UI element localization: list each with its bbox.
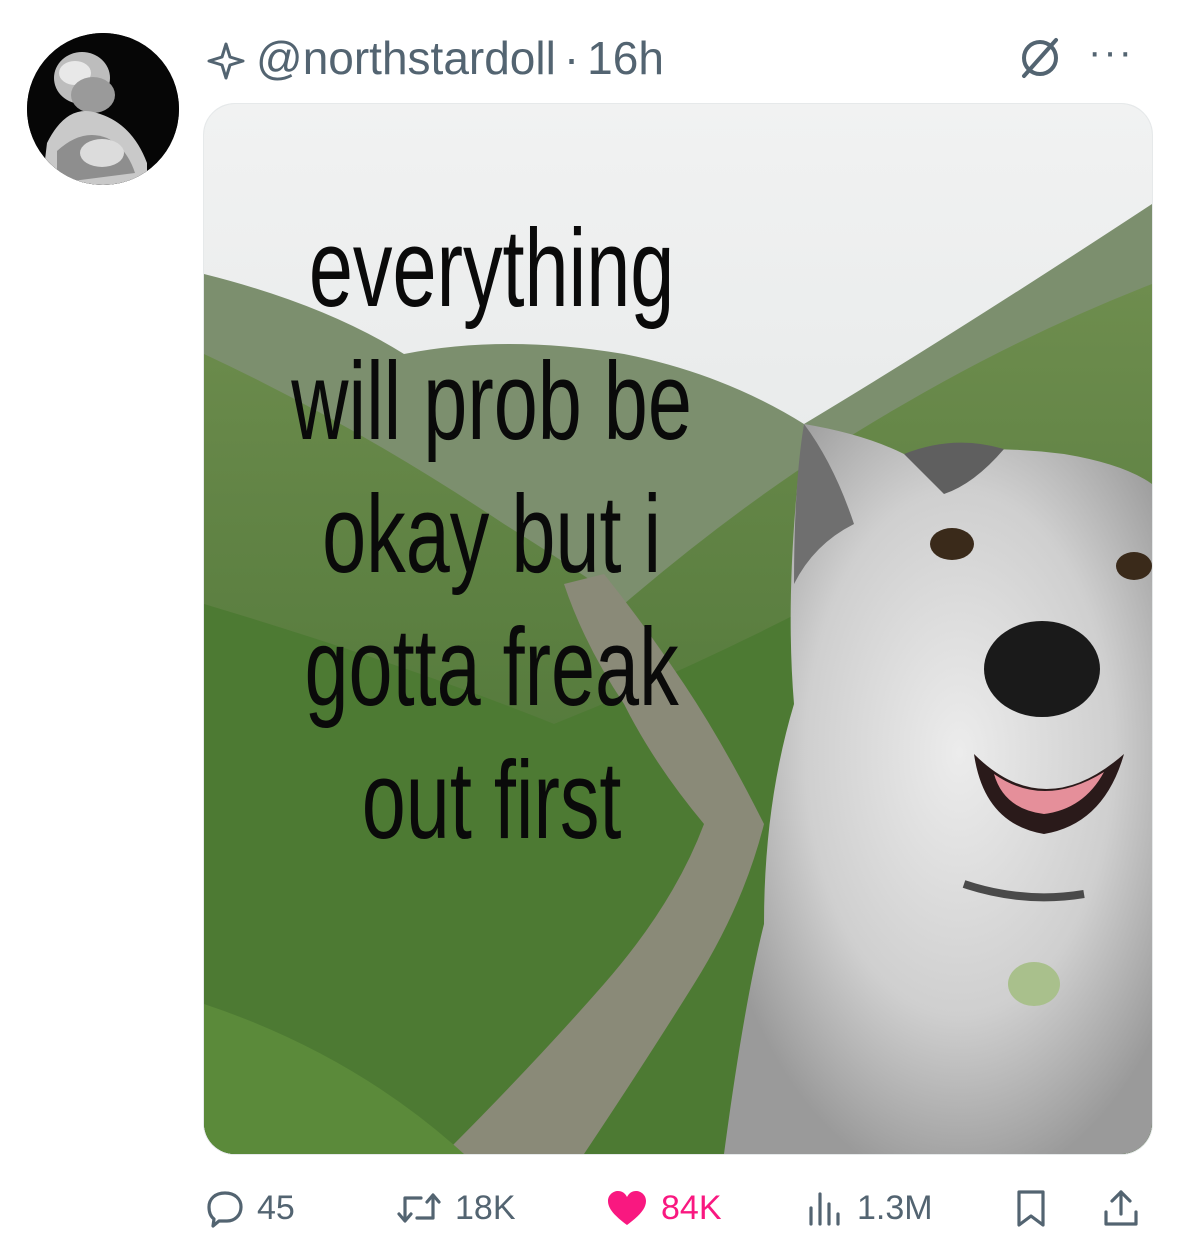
meme-caption: everything will prob be okay but i gotta… [218,202,765,867]
like-count: 84K [661,1188,722,1227]
repost-button[interactable]: 18K [395,1178,516,1238]
views-icon [809,1192,840,1226]
reply-button[interactable]: 45 [205,1178,295,1238]
repost-count: 18K [455,1188,516,1227]
bookmark-icon [1017,1190,1045,1227]
action-bar: 45 18K 84K 1.3M [205,1178,1150,1238]
like-button[interactable]: 84K [605,1178,722,1238]
post-media-image[interactable]: everything will prob be okay but i gotta… [203,103,1153,1155]
post-time[interactable]: 16h [587,31,664,85]
more-icon[interactable]: ··· [1088,30,1134,75]
meme-line: okay but i [322,473,662,596]
sparkle-icon [206,38,246,80]
view-count: 1.3M [857,1188,933,1227]
avatar[interactable] [27,33,179,185]
post-header: @northstardoll · 16h [206,28,664,88]
reply-count: 45 [257,1188,295,1227]
views-button[interactable]: 1.3M [805,1178,933,1238]
separator-dot: · [563,32,580,84]
reply-icon [207,1191,243,1228]
share-icon [1104,1190,1138,1226]
heart-icon [608,1191,646,1225]
bookmark-button[interactable] [1013,1178,1061,1238]
author-handle[interactable]: @northstardoll [256,31,556,85]
meme-line: everything [308,207,675,330]
share-button[interactable] [1101,1178,1153,1238]
meme-line: gotta freak [304,606,679,729]
no-sign-icon[interactable] [1018,36,1062,80]
meme-line: will prob be [291,340,692,463]
meme-line: out first [361,739,622,862]
repost-icon [397,1193,441,1223]
